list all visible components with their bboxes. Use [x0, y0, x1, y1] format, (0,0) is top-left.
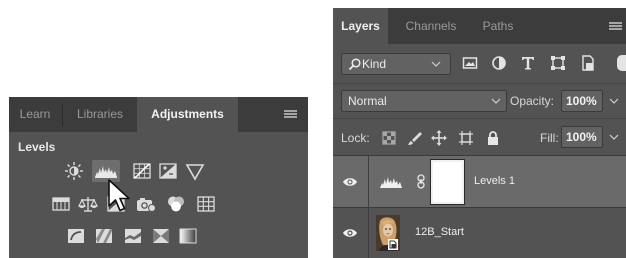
- fill-label: Fill:: [540, 131, 559, 145]
- eye-visibility-icon[interactable]: [342, 176, 358, 188]
- tab-channels[interactable]: Channels: [395, 8, 467, 44]
- exposure-icon[interactable]: [157, 160, 179, 182]
- smart-object-filter-icon[interactable]: [579, 54, 597, 72]
- opacity-label: Opacity:: [510, 94, 555, 108]
- invert-icon[interactable]: [65, 225, 87, 247]
- adjustment-layer-filter-icon[interactable]: [490, 54, 508, 72]
- tab-separator: [62, 103, 63, 126]
- lock-all-icon[interactable]: [485, 130, 501, 146]
- adjustments-panel: Learn Libraries Adjustments Levels: [9, 97, 308, 258]
- layer-row-12b-start[interactable]: 12B_Start: [333, 207, 626, 258]
- posterize-icon[interactable]: [93, 225, 115, 247]
- filter-toggle-switch[interactable]: [617, 55, 626, 71]
- levels-icon[interactable]: [92, 160, 120, 182]
- visibility-column-divider: [368, 208, 369, 258]
- lock-image-pixels-icon[interactable]: [407, 130, 423, 146]
- photo-filter-icon[interactable]: [135, 193, 157, 215]
- adjustment-section-title: Levels: [18, 140, 56, 154]
- panel-menu-icon[interactable]: [284, 110, 297, 119]
- adjustments-tab-bar: Learn Libraries Adjustments: [9, 97, 308, 132]
- blend-mode-value: Normal: [348, 94, 387, 108]
- tab-libraries[interactable]: Libraries: [64, 97, 136, 132]
- search-icon: [348, 58, 361, 71]
- visibility-column-divider: [368, 156, 369, 207]
- layer-mask-thumbnail[interactable]: [430, 159, 465, 205]
- chevron-down-icon: [491, 98, 501, 104]
- layer-row-levels[interactable]: Levels 1: [333, 155, 626, 207]
- filter-kind-label: Kind: [362, 57, 387, 71]
- panel-menu-icon[interactable]: [609, 22, 622, 31]
- fill-chevron-down-icon[interactable]: [609, 133, 619, 141]
- tab-paths[interactable]: Paths: [470, 8, 526, 44]
- chevron-down-icon: [431, 61, 441, 67]
- lock-position-icon[interactable]: [431, 130, 447, 146]
- layer-name[interactable]: 12B_Start: [415, 226, 464, 238]
- blend-mode-select[interactable]: Normal: [341, 90, 507, 112]
- black-white-icon[interactable]: [105, 193, 127, 215]
- lock-label: Lock:: [341, 131, 370, 145]
- color-lookup-icon[interactable]: [195, 193, 217, 215]
- lock-transparent-pixels-icon[interactable]: [381, 130, 397, 146]
- filter-kind-select[interactable]: Kind: [341, 53, 451, 75]
- gradient-map-icon[interactable]: [177, 225, 199, 247]
- layers-panel: Layers Channels Paths Kind Normal Opacit…: [333, 8, 626, 258]
- lock-fill-row: Lock: Fill: 100%: [333, 118, 626, 155]
- color-balance-icon[interactable]: [77, 193, 99, 215]
- eye-visibility-icon[interactable]: [342, 227, 358, 239]
- channel-mixer-icon[interactable]: [165, 193, 187, 215]
- pixel-layer-filter-icon[interactable]: [461, 54, 479, 72]
- brightness-contrast-icon[interactable]: [63, 160, 85, 182]
- layer-thumbnail-image[interactable]: [376, 215, 400, 251]
- layer-filter-row: Kind: [333, 44, 626, 83]
- mask-link-icon[interactable]: [417, 174, 425, 189]
- levels-layer-icon: [380, 177, 402, 188]
- shape-layer-filter-icon[interactable]: [549, 54, 567, 72]
- tab-adjustments[interactable]: Adjustments: [137, 97, 238, 132]
- vibrance-icon[interactable]: [184, 160, 206, 182]
- tab-layers[interactable]: Layers: [333, 8, 388, 44]
- threshold-icon[interactable]: [122, 225, 144, 247]
- selective-color-icon[interactable]: [150, 225, 172, 247]
- blend-opacity-row: Normal Opacity: 100%: [333, 83, 626, 118]
- curves-icon[interactable]: [131, 160, 153, 182]
- lock-artboard-icon[interactable]: [458, 130, 474, 146]
- hue-saturation-icon[interactable]: [50, 193, 72, 215]
- opacity-chevron-down-icon[interactable]: [609, 97, 619, 105]
- layers-tab-bar: Layers Channels Paths: [333, 8, 626, 44]
- fill-input[interactable]: 100%: [561, 126, 603, 148]
- type-layer-filter-icon[interactable]: [519, 54, 537, 72]
- tab-learn[interactable]: Learn: [9, 97, 61, 132]
- opacity-input[interactable]: 100%: [561, 90, 603, 112]
- layer-name[interactable]: Levels 1: [474, 175, 515, 187]
